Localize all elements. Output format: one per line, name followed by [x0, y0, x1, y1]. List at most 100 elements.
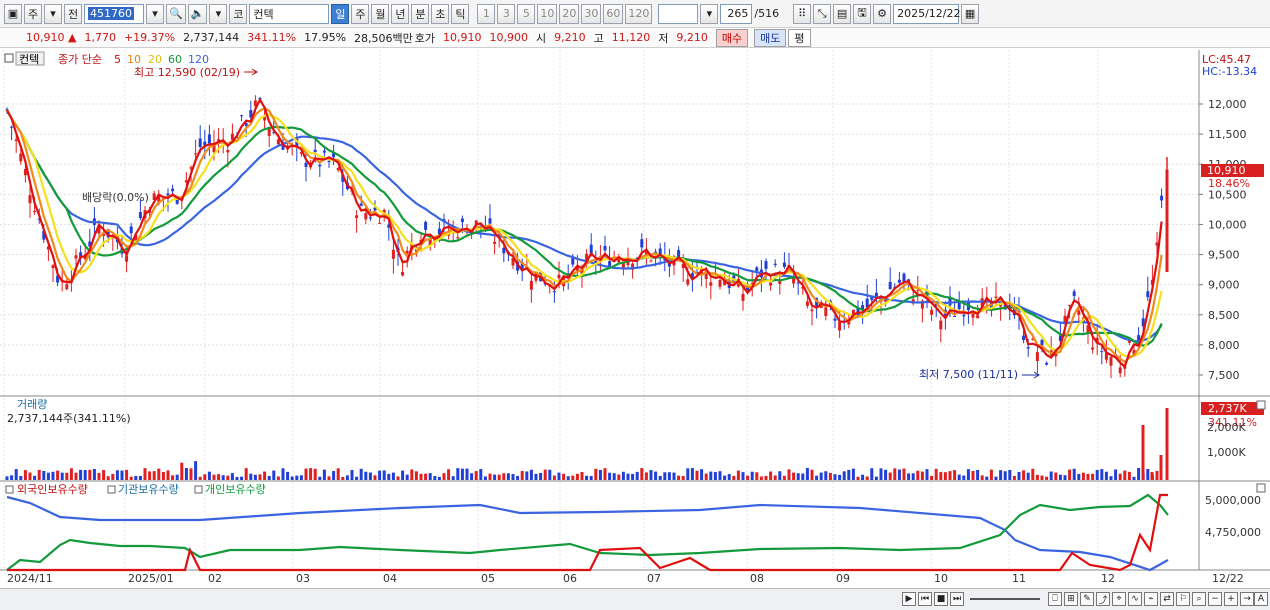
volume-bar — [948, 471, 952, 480]
date-input[interactable]: 2025/12/22 — [893, 3, 961, 24]
stock-name-field[interactable]: 컨텍 — [249, 3, 330, 24]
volume-bar — [686, 468, 690, 480]
interval-button[interactable]: 120 — [625, 3, 653, 24]
candle-body — [649, 260, 653, 262]
volume-bar — [396, 476, 400, 480]
interval-button[interactable]: 30 — [581, 3, 602, 24]
interval-button[interactable]: 20 — [559, 3, 580, 24]
panel-menu-icon[interactable] — [4, 53, 14, 63]
chart-type-icon[interactable]: ⎕ — [1048, 592, 1062, 606]
bar-total-label: /516 — [754, 7, 780, 20]
tool-icon[interactable]: ∿ — [1128, 592, 1142, 606]
arrow-icon[interactable]: → — [1240, 592, 1254, 606]
volume-bar — [953, 470, 957, 480]
interval-button[interactable]: 60 — [603, 3, 624, 24]
period-week-button[interactable]: 주 — [351, 3, 370, 24]
sell-button[interactable]: 매도 — [754, 28, 787, 47]
search-icon[interactable]: 🔍 — [166, 3, 186, 24]
volume-bar — [511, 474, 515, 480]
volume-bar — [907, 473, 911, 480]
candle-body — [207, 134, 211, 144]
volume-bar — [355, 476, 359, 480]
tool-icon[interactable]: ⇄ — [1160, 592, 1174, 606]
chart-tool-icon[interactable]: ⤡ — [813, 3, 832, 24]
font-icon[interactable]: A — [1254, 592, 1268, 606]
interval-button[interactable]: 5 — [517, 3, 536, 24]
stock-chart[interactable]: 12,00011,50011,00010,50010,0009,5009,000… — [0, 50, 1270, 588]
volume-bar — [1003, 471, 1007, 480]
stop-icon[interactable]: ■ — [934, 592, 948, 606]
stock-code-input[interactable]: 451760 — [84, 3, 144, 24]
tool-icon[interactable]: ⌁ — [1144, 592, 1158, 606]
volume-bar — [930, 475, 934, 480]
layout-icon[interactable]: ⊞ — [1064, 592, 1078, 606]
zoom-slider[interactable] — [970, 598, 1040, 600]
window-icon[interactable]: ▣ — [4, 3, 22, 24]
period-minute-button[interactable]: 분 — [411, 3, 430, 24]
volume-bar — [272, 470, 276, 480]
volume-title: 거래량 — [17, 398, 47, 411]
volume-bar — [690, 468, 694, 480]
bar-count-input[interactable]: 265 — [720, 3, 753, 24]
scroll-end-icon[interactable]: ⏭ — [950, 592, 964, 606]
volume-bar — [617, 474, 621, 480]
dropdown-icon[interactable]: ▾ — [44, 3, 62, 24]
period-day-button[interactable]: 일 — [331, 3, 350, 24]
tool-icon[interactable]: ⌖ — [1112, 592, 1126, 606]
volume-bar — [838, 474, 842, 480]
panel-close-icon[interactable] — [1256, 400, 1266, 410]
draw-icon[interactable]: ✎ — [1080, 592, 1094, 606]
print-icon[interactable]: ▤ — [833, 3, 852, 24]
scroll-play-icon[interactable]: ▶ — [902, 592, 916, 606]
period-select[interactable]: 주 — [24, 3, 42, 24]
volume-bar — [598, 469, 602, 480]
candle-body — [171, 188, 175, 192]
chevron-down-icon[interactable]: ▾ — [209, 3, 228, 24]
volume-bar — [198, 476, 202, 480]
trend-icon[interactable]: ⤴ — [1096, 592, 1110, 606]
date-axis-label: 2025/01 — [128, 572, 174, 585]
volume-bar — [562, 473, 566, 480]
interval-custom-input[interactable] — [658, 3, 699, 24]
candle-body — [603, 246, 607, 251]
current-rate-label: 18.46% — [1208, 177, 1250, 190]
code-dropdown-icon[interactable]: ▾ — [146, 3, 164, 24]
checkbox-icon[interactable] — [107, 485, 116, 494]
candle-body — [741, 293, 745, 301]
interval-button[interactable]: 10 — [537, 3, 558, 24]
volume-bar — [111, 473, 115, 480]
period-year-button[interactable]: 년 — [391, 3, 410, 24]
calendar-icon[interactable]: ▦ — [961, 3, 980, 24]
volume-bar — [888, 472, 892, 480]
settings-gear-icon[interactable]: ⚙ — [873, 3, 892, 24]
volume-bar — [5, 476, 9, 480]
interval-button[interactable]: 3 — [497, 3, 516, 24]
grid-icon[interactable]: ⠿ — [793, 3, 812, 24]
save-icon[interactable]: 🖫 — [853, 3, 872, 24]
period-tick-button[interactable]: 틱 — [451, 3, 470, 24]
volume-bar — [1026, 472, 1030, 480]
zoom-in-icon[interactable]: + — [1224, 592, 1238, 606]
market-code-button[interactable]: 코 — [229, 3, 248, 24]
volume-bar — [989, 469, 993, 480]
interval-dropdown-icon[interactable]: ▾ — [700, 3, 719, 24]
volume-bar — [874, 476, 878, 480]
interval-button[interactable]: 1 — [477, 3, 496, 24]
low-label: 저 — [658, 31, 669, 45]
zoom-out-icon[interactable]: − — [1208, 592, 1222, 606]
panel-close-icon[interactable] — [1256, 483, 1266, 493]
volume-bar — [819, 472, 823, 480]
checkbox-icon[interactable] — [194, 485, 203, 494]
period-second-button[interactable]: 초 — [431, 3, 450, 24]
scroll-start-icon[interactable]: ⏮ — [918, 592, 932, 606]
checkbox-icon[interactable] — [5, 485, 14, 494]
sound-icon[interactable]: 🔈 — [187, 3, 208, 24]
magnify-icon[interactable]: ⌕ — [1192, 592, 1206, 606]
period-month-button[interactable]: 월 — [371, 3, 390, 24]
average-button[interactable]: 평 — [788, 28, 811, 47]
tool-icon[interactable]: ⚐ — [1176, 592, 1190, 606]
market-select[interactable]: 전 — [64, 3, 82, 24]
date-axis-label: 08 — [750, 572, 764, 585]
buy-button[interactable]: 매수 — [715, 28, 749, 47]
volume-bar — [286, 471, 290, 480]
